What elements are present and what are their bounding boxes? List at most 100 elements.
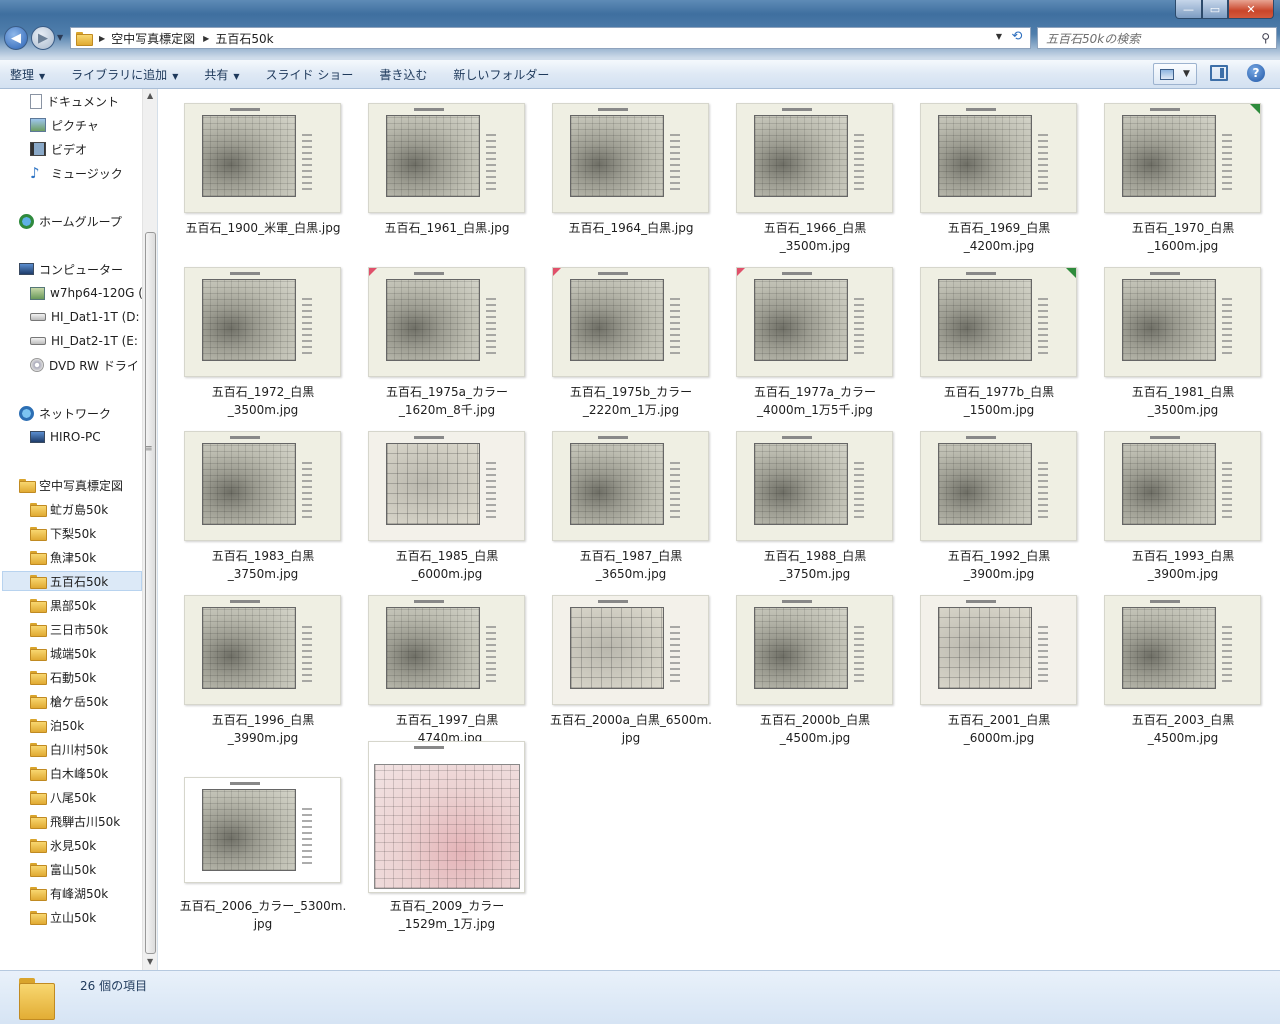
video-icon (30, 142, 46, 156)
file-item[interactable]: 五百石_2003_白黒 _4500m.jpg (1079, 581, 1263, 745)
nav-item-network[interactable]: ネットワーク (19, 403, 111, 423)
file-item[interactable]: 五百石_1993_白黒 _3900m.jpg (1079, 417, 1263, 581)
sidebar-folder-item[interactable]: 立山50k (30, 907, 96, 927)
file-item[interactable]: 五百石_1983_白黒 _3750m.jpg (159, 417, 343, 581)
file-item[interactable]: 五百石_1961_白黒.jpg (343, 89, 527, 249)
nav-item-drive-d[interactable]: HI_Dat1-1T (D: (30, 307, 140, 327)
maximize-button[interactable]: ▭ (1202, 0, 1228, 19)
image-thumbnail (1104, 431, 1261, 541)
nav-item-videos[interactable]: ビデオ (30, 139, 87, 159)
sidebar-folder-item[interactable]: 富山50k (30, 859, 96, 879)
breadcrumb-item[interactable]: 空中写真標定図 (111, 30, 195, 47)
file-item[interactable]: 五百石_1977a_カラー _4000m_1万5千.jpg (711, 253, 895, 417)
forward-button[interactable]: ▶ (31, 26, 55, 50)
nav-item-documents[interactable]: ドキュメント (30, 91, 119, 111)
sidebar-folder-item[interactable]: 氷見50k (30, 835, 96, 855)
sidebar-folder-item[interactable]: 下梨50k (30, 523, 96, 543)
map-header-mark (414, 746, 444, 749)
breadcrumb-separator-icon[interactable]: ▶ (203, 34, 209, 43)
breadcrumb-item[interactable]: 五百石50k (215, 30, 273, 47)
sidebar-folder-item[interactable]: 黒部50k (30, 595, 96, 615)
search-input[interactable]: 五百石50kの検索 ⚲ (1037, 27, 1277, 49)
refresh-icon[interactable]: ⟲ (1007, 29, 1027, 47)
close-button[interactable]: ✕ (1228, 0, 1274, 19)
file-item[interactable]: 五百石_2000a_白黒_6500m. jpg (527, 581, 712, 745)
sidebar-folder-item[interactable]: 泊50k (30, 715, 84, 735)
scroll-thumb[interactable] (145, 232, 156, 954)
file-item[interactable]: 五百石_2006_カラー_5300m. jpg (159, 745, 346, 931)
file-name-line: 五百石_1972_白黒 (211, 385, 315, 399)
file-item[interactable]: 五百石_1970_白黒 _1600m.jpg (1079, 89, 1263, 253)
file-name-line: 五百石_1969_白黒 (947, 221, 1051, 235)
file-item[interactable]: 五百石_1972_白黒 _3500m.jpg (159, 253, 343, 417)
sidebar-folder-item[interactable]: 石動50k (30, 667, 96, 687)
file-item[interactable]: 五百石_1985_白黒 _6000m.jpg (343, 417, 527, 581)
preview-pane-button[interactable] (1210, 65, 1228, 81)
nav-item-pictures[interactable]: ピクチャ (30, 115, 99, 135)
recent-pages-dropdown[interactable]: ▼ (57, 33, 63, 42)
file-item[interactable]: 五百石_2000b_白黒 _4500m.jpg (711, 581, 895, 745)
sidebar-folder-item[interactable]: 有峰湖50k (30, 883, 108, 903)
file-item[interactable]: 五百石_1975a_カラー _1620m_8千.jpg (343, 253, 527, 417)
nav-item-drive-c[interactable]: w7hp64-120G ( (30, 283, 143, 303)
scroll-up-icon[interactable]: ▲ (147, 91, 153, 100)
help-button[interactable]: ? (1247, 64, 1265, 82)
sidebar-folder-item[interactable]: 白川村50k (30, 739, 108, 759)
nav-item-dvd-drive[interactable]: DVD RW ドライ (30, 355, 139, 375)
nav-label: ドキュメント (47, 94, 120, 109)
share-button[interactable]: 共有 ▼ (204, 66, 239, 83)
file-item[interactable]: 五百石_1981_白黒 _3500m.jpg (1079, 253, 1263, 417)
file-item[interactable]: 五百石_1997_白黒 _4740m.jpg (343, 581, 527, 745)
nav-item-homegroup[interactable]: ホームグループ (19, 211, 122, 231)
address-dropdown-icon[interactable]: ▼ (996, 32, 1002, 41)
organize-button[interactable]: 整理 ▼ (10, 66, 45, 83)
file-item[interactable]: 五百石_2001_白黒 _6000m.jpg (895, 581, 1079, 745)
breadcrumb-separator-icon[interactable]: ▶ (99, 34, 105, 43)
change-view-button[interactable]: ▼ (1153, 63, 1197, 85)
back-button[interactable]: ◀ (4, 26, 28, 50)
file-item[interactable]: 五百石_1975b_カラー _2220m_1万.jpg (527, 253, 711, 417)
search-icon[interactable]: ⚲ (1261, 31, 1270, 45)
file-item[interactable]: 五百石_1996_白黒 _3990m.jpg (159, 581, 343, 745)
burn-button[interactable]: 書き込む (379, 66, 427, 83)
sidebar-folder-item[interactable]: 八尾50k (30, 787, 96, 807)
nav-scrollbar[interactable]: ▲ ≡ ▼ (142, 89, 157, 970)
sidebar-folder-item[interactable]: 五百石50k (2, 571, 142, 591)
nav-label: 石動50k (50, 670, 97, 685)
nav-item-network-pc[interactable]: HIRO-PC (30, 427, 101, 447)
minimize-button[interactable]: — (1175, 0, 1202, 19)
file-item[interactable]: 五百石_1969_白黒 _4200m.jpg (895, 89, 1079, 253)
map-image (754, 607, 848, 689)
sidebar-folder-item[interactable]: 城端50k (30, 643, 96, 663)
slideshow-button[interactable]: スライド ショー (266, 66, 354, 83)
file-name-line: 五百石_1977a_カラー (754, 385, 876, 399)
nav-item-music[interactable]: ♪ ミュージック (30, 163, 123, 183)
file-item[interactable]: 五百石_1992_白黒 _3900m.jpg (895, 417, 1079, 581)
sidebar-folder-item[interactable]: 三日市50k (30, 619, 108, 639)
add-to-library-button[interactable]: ライブラリに追加 ▼ (71, 66, 178, 83)
sidebar-folder-item[interactable]: 飛騨古川50k (30, 811, 120, 831)
nav-item-root-folder[interactable]: 空中写真標定図 (19, 475, 123, 495)
file-item[interactable]: 五百石_1966_白黒 _3500m.jpg (711, 89, 895, 253)
nav-label: 白川村50k (50, 742, 109, 757)
folder-icon (30, 695, 47, 709)
folder-icon (30, 503, 47, 517)
nav-item-drive-e[interactable]: HI_Dat2-1T (E: (30, 331, 138, 351)
address-bar[interactable]: ▶ 空中写真標定図 ▶ 五百石50k ▼ ⟲ (70, 27, 1031, 49)
file-item[interactable]: 五百石_1964_白黒.jpg (527, 89, 711, 249)
file-item[interactable]: 五百石_1977b_白黒 _1500m.jpg (895, 253, 1079, 417)
sidebar-folder-item[interactable]: 白木峰50k (30, 763, 108, 783)
file-name: 五百石_1977a_カラー _4000m_1万5千.jpg (725, 383, 905, 419)
file-item[interactable]: 五百石_2009_カラー _1529m_1万.jpg (343, 741, 527, 931)
file-item[interactable]: 五百石_1987_白黒 _3650m.jpg (527, 417, 711, 581)
scroll-down-icon[interactable]: ▼ (147, 957, 153, 966)
file-item[interactable]: 五百石_1900_米軍_白黒.jpg (159, 89, 343, 249)
file-item[interactable]: 五百石_1988_白黒 _3750m.jpg (711, 417, 895, 581)
sidebar-folder-item[interactable]: 魚津50k (30, 547, 96, 567)
chevron-down-icon[interactable]: ▼ (1183, 69, 1190, 79)
new-folder-button[interactable]: 新しいフォルダー (453, 66, 549, 83)
nav-item-computer[interactable]: コンピューター (19, 259, 123, 279)
file-name: 五百石_1993_白黒 _3900m.jpg (1093, 547, 1273, 583)
sidebar-folder-item[interactable]: 虻ガ島50k (30, 499, 108, 519)
sidebar-folder-item[interactable]: 槍ケ岳50k (30, 691, 108, 711)
